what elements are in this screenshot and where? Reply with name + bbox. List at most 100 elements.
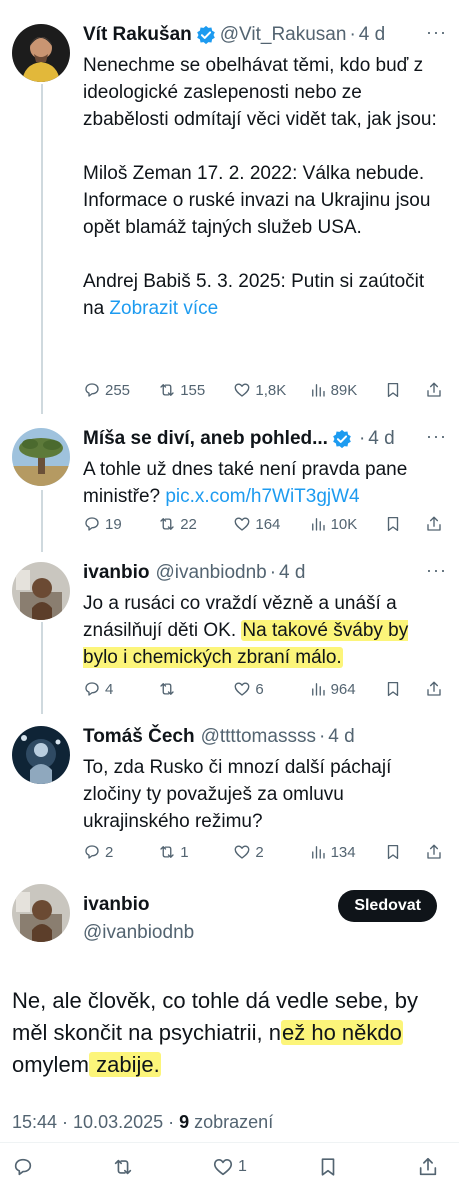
views-button[interactable]: 10K [309, 515, 365, 533]
views-button[interactable]: 964 [309, 680, 365, 698]
bookmark-icon [387, 844, 398, 860]
views-count: 89K [330, 381, 358, 399]
highlighted-text: zabije. [89, 1052, 161, 1077]
reply-button[interactable]: 19 [83, 515, 139, 533]
more-icon[interactable]: ··· [426, 22, 447, 43]
repost-icon [114, 1159, 132, 1175]
share-button[interactable] [425, 680, 447, 698]
highlighted-text: ež ho někdo [281, 1020, 403, 1045]
separator-dot: · [318, 726, 326, 747]
reply-count: 255 [105, 381, 131, 399]
reply-button[interactable]: 255 [83, 381, 139, 399]
reply-button[interactable] [12, 1156, 42, 1178]
repost-icon [160, 683, 174, 695]
author-handle[interactable]: @ivanbiodnb [156, 561, 267, 585]
views-count: 134 [330, 843, 356, 861]
avatar[interactable] [12, 428, 70, 486]
avatar[interactable] [12, 24, 70, 82]
like-button[interactable]: 1,8K [233, 381, 289, 399]
views-icon [311, 846, 325, 859]
views-icon [311, 683, 325, 696]
tweet-text-body: Nenechme se obelhávat těmi, kdo buď z id… [83, 55, 437, 319]
repost-button[interactable] [112, 1156, 142, 1178]
share-button[interactable] [425, 515, 447, 533]
share-icon [427, 516, 441, 531]
like-button[interactable]: 2 [233, 843, 289, 861]
repost-button[interactable]: 22 [158, 515, 214, 533]
tweet-text: Nenechme se obelhávat těmi, kdo buď z id… [83, 52, 447, 322]
separator-dot: · [269, 562, 277, 583]
thread-line [41, 622, 43, 714]
bookmark-icon [387, 681, 398, 697]
like-count: 164 [255, 515, 281, 533]
reply-count: 19 [105, 515, 122, 533]
show-more-link[interactable]: Zobrazit více [109, 298, 218, 319]
like-button[interactable]: 1 [212, 1156, 247, 1178]
bookmark-button[interactable] [384, 381, 406, 399]
share-icon [427, 844, 441, 859]
follow-button[interactable]: Sledovat [338, 890, 437, 922]
repost-button[interactable]: 155 [158, 381, 214, 399]
tweet-header: ivanbio @ivanbiodnb · 4 d [83, 560, 447, 586]
verified-badge-icon [196, 25, 215, 45]
repost-count: 1 [180, 843, 189, 861]
tweet-age[interactable]: 4 d [359, 23, 385, 47]
author-name[interactable]: ivanbio [83, 894, 150, 916]
reply-button[interactable]: 2 [83, 843, 139, 861]
author-handle[interactable]: @ivanbiodnb [83, 922, 194, 944]
media-link[interactable]: pic.x.com/h7WiT3gjW4 [165, 486, 359, 507]
author-name[interactable]: Tomáš Čech [83, 725, 195, 749]
like-icon [213, 1159, 233, 1176]
tweet-text-body: omylem [12, 1052, 90, 1077]
separator-dot: · [349, 24, 356, 45]
share-icon [419, 1157, 437, 1176]
like-icon [234, 517, 250, 531]
more-icon[interactable]: ··· [426, 426, 447, 447]
main-tweet-text: Ne, ale člověk, co tohle dá vedle sebe, … [12, 985, 447, 1081]
tweet-meta: 15:44 · 10.03.2025 · 9 zobrazení [12, 1112, 273, 1133]
divider [0, 1142, 459, 1143]
thread-line [41, 490, 43, 552]
bookmark-button[interactable] [384, 843, 406, 861]
verified-badge-icon [333, 429, 351, 449]
repost-button[interactable] [158, 680, 214, 698]
views-icon [311, 518, 325, 531]
tweet-header: Míša se diví, aneb pohled... · 4 d [83, 426, 447, 452]
author-name[interactable]: Míša se diví, aneb pohled... [83, 427, 328, 451]
views-button[interactable]: 89K [309, 381, 365, 399]
bookmark-button[interactable] [317, 1156, 347, 1178]
bookmark-button[interactable] [384, 515, 406, 533]
reply-button[interactable]: 4 [83, 680, 139, 698]
share-button[interactable] [425, 843, 447, 861]
views-button[interactable]: 134 [309, 843, 365, 861]
avatar[interactable] [12, 884, 70, 942]
more-icon[interactable]: ··· [426, 560, 447, 581]
like-icon [234, 845, 250, 859]
like-button[interactable]: 6 [233, 680, 289, 698]
share-button[interactable] [425, 381, 447, 399]
tweet-age[interactable]: 4 d [328, 725, 354, 749]
tweet-header: Tomáš Čech @ttttomassss · 4 d [83, 724, 447, 750]
tweet-text: A tohle už dnes také není pravda pane mi… [83, 456, 447, 510]
author-handle[interactable]: @Vit_Rakusan [220, 23, 347, 47]
repost-icon [160, 518, 174, 530]
author-name[interactable]: ivanbio [83, 561, 150, 585]
like-button[interactable]: 164 [233, 515, 289, 533]
repost-button[interactable]: 1 [158, 843, 214, 861]
avatar[interactable] [12, 562, 70, 620]
bookmark-icon [387, 516, 398, 532]
author-handle[interactable]: @ttttomassss [201, 725, 316, 749]
views-number: 9 [179, 1112, 190, 1132]
post-timestamp[interactable]: 15:44 · 10.03.2025 · [12, 1112, 179, 1132]
author-name[interactable]: Vít Rakušan [83, 23, 192, 47]
tweet-age[interactable]: 4 d [279, 561, 305, 585]
avatar[interactable] [12, 726, 70, 784]
tweet-text: Jo a rusáci co vraždí vězně a unáší a zn… [83, 590, 447, 671]
tweet-age[interactable]: 4 d [368, 427, 394, 451]
bookmark-icon [321, 1158, 335, 1176]
like-count: 1 [238, 1158, 247, 1175]
share-button[interactable] [417, 1156, 447, 1178]
tweet-actions: 2 1 2 134 [83, 841, 447, 863]
bookmark-button[interactable] [384, 680, 406, 698]
repost-icon [160, 384, 174, 396]
